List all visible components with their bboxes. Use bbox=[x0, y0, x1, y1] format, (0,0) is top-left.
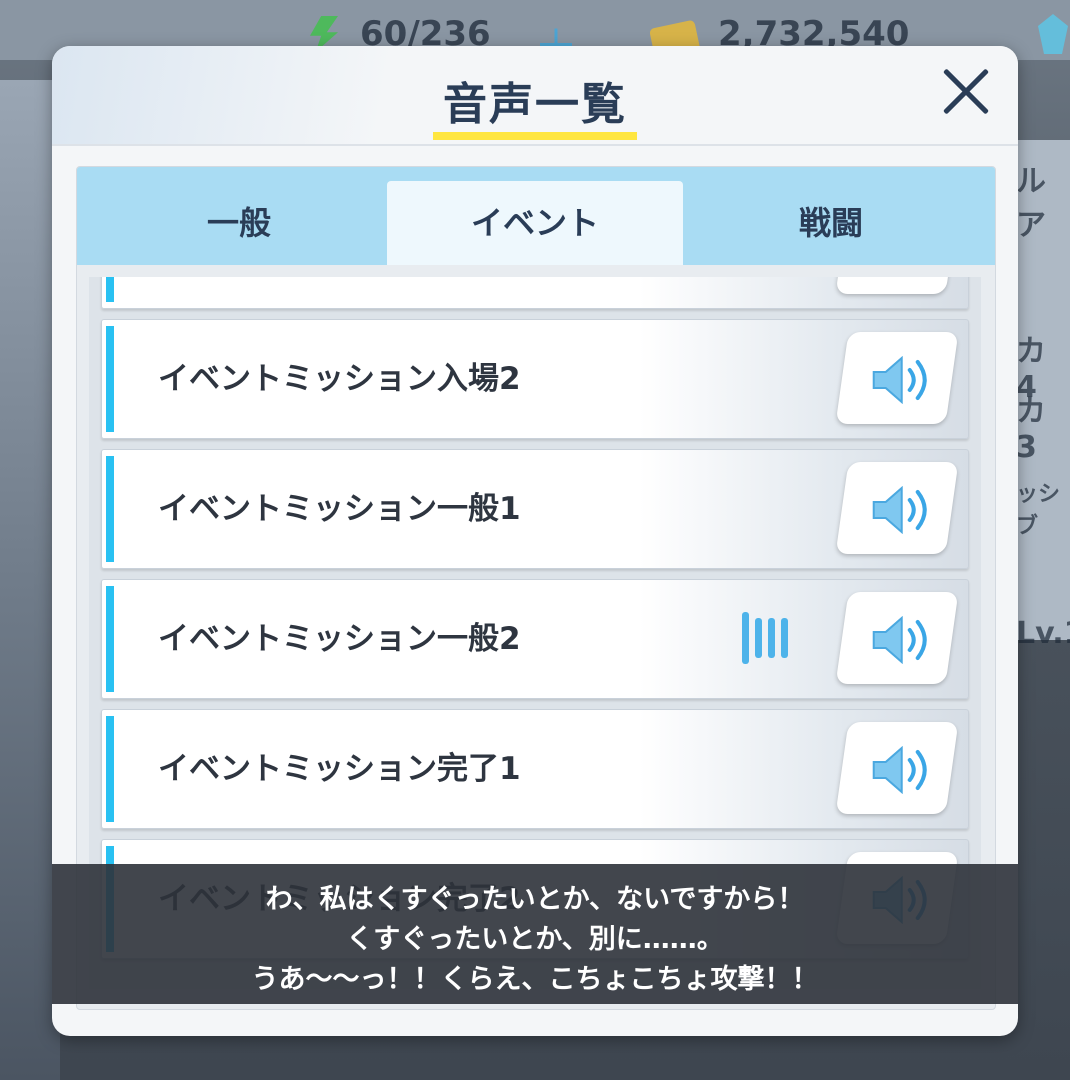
tab-bar: 一般 イベント 戦闘 bbox=[77, 167, 995, 265]
side-label: カ 3 bbox=[1016, 394, 1046, 465]
voice-label: イベントミッション一般2 bbox=[158, 621, 521, 657]
speaker-icon bbox=[872, 486, 927, 534]
speaker-icon bbox=[872, 616, 927, 664]
row-accent bbox=[106, 586, 114, 692]
dialog-title: 音声一覧 bbox=[443, 79, 627, 130]
speaker-icon bbox=[872, 746, 927, 794]
subtitle-line: わ、私はくすぐったいとか、ないですから！ bbox=[265, 884, 805, 915]
play-voice-button[interactable] bbox=[835, 592, 959, 684]
tab-general[interactable]: 一般 bbox=[91, 181, 387, 265]
speaker-icon bbox=[872, 356, 927, 404]
row-accent bbox=[106, 326, 114, 432]
playing-indicator-icon bbox=[742, 612, 794, 664]
voice-label: イベントミッション一般1 bbox=[158, 491, 521, 527]
play-voice-button[interactable] bbox=[835, 277, 959, 294]
close-icon[interactable] bbox=[940, 66, 992, 118]
row-accent bbox=[106, 716, 114, 822]
list-item[interactable]: イベントミッション一般1 bbox=[101, 449, 969, 569]
list-item[interactable]: イベントミッション完了1 bbox=[101, 709, 969, 829]
list-item[interactable] bbox=[101, 277, 969, 309]
list-item-playing[interactable]: イベントミッション一般2 bbox=[101, 579, 969, 699]
list-item[interactable]: イベントミッション入場2 bbox=[101, 319, 969, 439]
play-voice-button[interactable] bbox=[835, 722, 959, 814]
side-label: ッシブ bbox=[1016, 482, 1061, 539]
title-underline bbox=[433, 132, 637, 140]
subtitle-line: くすぐったいとか、別に……。 bbox=[346, 924, 724, 955]
side-label: Lv.1 bbox=[1016, 616, 1070, 651]
voice-label: イベントミッション入場2 bbox=[158, 361, 521, 397]
tab-battle[interactable]: 戦闘 bbox=[683, 181, 979, 265]
play-voice-button[interactable] bbox=[835, 462, 959, 554]
character-art bbox=[0, 80, 60, 1080]
row-accent bbox=[106, 456, 114, 562]
voice-subtitle: わ、私はくすぐったいとか、ないですから！ くすぐったいとか、別に……。 うあ〜〜… bbox=[52, 864, 1018, 1004]
subtitle-line: うあ〜〜っ！！くらえ、こちょこちょ攻撃！！ bbox=[251, 964, 819, 995]
play-voice-button[interactable] bbox=[835, 332, 959, 424]
voice-label: イベントミッション完了1 bbox=[158, 751, 521, 787]
dialog-header: 音声一覧 bbox=[52, 46, 1018, 146]
tab-event[interactable]: イベント bbox=[387, 181, 683, 265]
side-label: ルア bbox=[1016, 164, 1046, 243]
voice-list-dialog: 音声一覧 一般 イベント 戦闘 イベントミッション入場2 イベントミッション一般… bbox=[52, 46, 1018, 1036]
